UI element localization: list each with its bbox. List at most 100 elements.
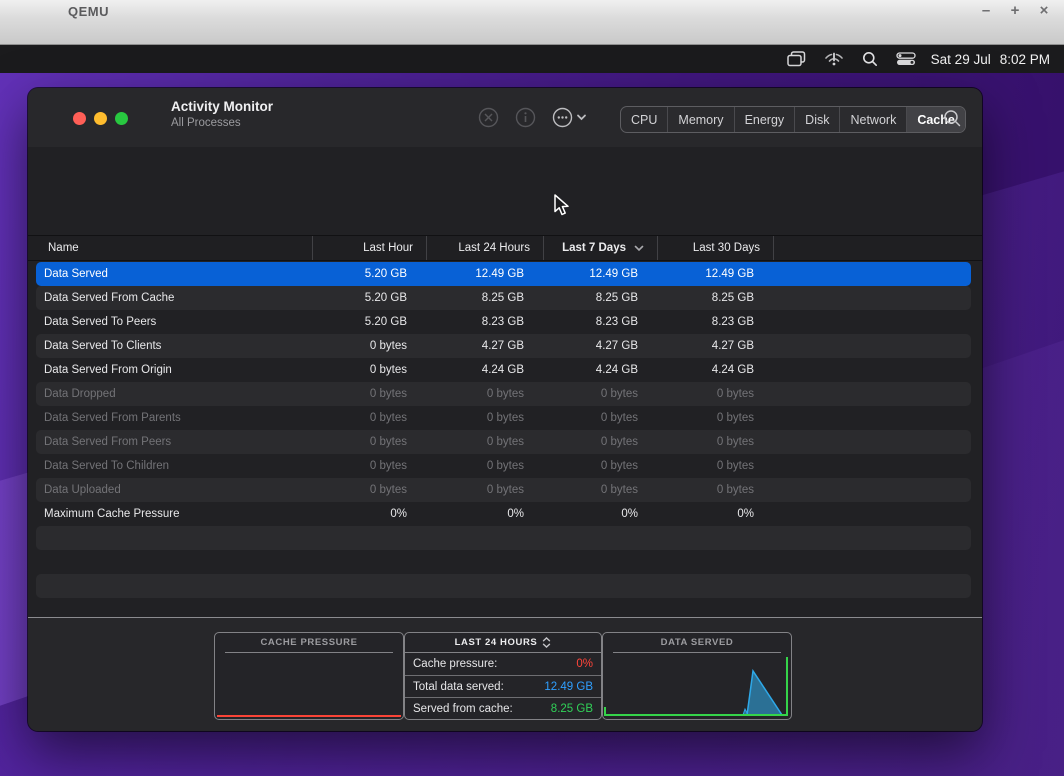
row-value: 4.24 GB [544, 364, 658, 376]
qemu-titlebar: QEMU – + × [0, 0, 1064, 45]
row-name: Data Served From Cache [36, 292, 313, 304]
row-value: 0 bytes [313, 484, 427, 496]
table-row[interactable]: Data Served To Peers5.20 GB8.23 GB8.23 G… [36, 310, 971, 334]
menubar-clock[interactable]: Sat 29 Jul 8:02 PM [925, 52, 1050, 67]
row-value: 4.27 GB [544, 340, 658, 352]
table-row[interactable]: Maximum Cache Pressure0%0%0%0% [36, 502, 971, 526]
stat-row-cache-pressure: Cache pressure: 0% [405, 653, 601, 675]
row-value: 0 bytes [427, 460, 544, 472]
row-name: Data Dropped [36, 388, 313, 400]
row-value: 4.27 GB [658, 340, 774, 352]
row-value: 8.23 GB [427, 316, 544, 328]
stat-label: Served from cache: [413, 703, 513, 715]
row-value: 0 bytes [313, 460, 427, 472]
table-row[interactable]: Data Served From Parents0 bytes0 bytes0 … [36, 406, 971, 430]
row-value: 4.27 GB [427, 340, 544, 352]
sort-chevron-down-icon [634, 245, 644, 252]
row-value: 5.20 GB [313, 268, 427, 280]
row-value: 4.24 GB [427, 364, 544, 376]
last-24-hours-box-title[interactable]: LAST 24 HOURS [405, 633, 601, 652]
wifi-alert-icon[interactable] [815, 45, 853, 73]
column-header-last-24-hours[interactable]: Last 24 Hours [427, 236, 544, 260]
table-row[interactable]: Data Uploaded0 bytes0 bytes0 bytes0 byte… [36, 478, 971, 502]
column-header-label: Last 7 Days [562, 242, 626, 254]
zoom-window-button[interactable] [115, 112, 128, 125]
minimize-window-button[interactable] [94, 112, 107, 125]
row-value: 12.49 GB [658, 268, 774, 280]
row-value: 8.25 GB [544, 292, 658, 304]
app-subtitle: All Processes [171, 117, 241, 129]
tab-network[interactable]: Network [840, 107, 907, 132]
more-options-icon[interactable] [552, 107, 588, 128]
close-window-button[interactable] [73, 112, 86, 125]
last-24-hours-label: LAST 24 HOURS [455, 637, 538, 648]
qemu-window-controls: – + × [978, 2, 1052, 20]
quit-process-icon[interactable] [478, 107, 499, 128]
row-value: 8.23 GB [544, 316, 658, 328]
stat-row-total-data-served: Total data served: 12.49 GB [405, 675, 601, 698]
data-served-box: DATA SERVED [602, 632, 792, 720]
column-header-last-hour[interactable]: Last Hour [313, 236, 427, 260]
row-value: 0 bytes [658, 436, 774, 448]
row-value: 0 bytes [658, 460, 774, 472]
row-value: 0 bytes [427, 436, 544, 448]
data-served-graph [603, 653, 791, 719]
stat-row-served-from-cache: Served from cache: 8.25 GB [405, 697, 601, 720]
row-name: Data Served From Origin [36, 364, 313, 376]
table-row[interactable]: Data Served5.20 GB12.49 GB12.49 GB12.49 … [36, 262, 971, 286]
row-name: Data Served From Peers [36, 436, 313, 448]
clock-date: Sat 29 Jul [931, 52, 991, 67]
column-header-filler [774, 236, 982, 260]
row-name: Data Served [36, 268, 313, 280]
control-center-icon[interactable] [887, 45, 925, 73]
column-header-name[interactable]: Name [28, 236, 313, 260]
row-value: 0% [427, 508, 544, 520]
tab-memory[interactable]: Memory [668, 107, 734, 132]
row-name: Data Served From Parents [36, 412, 313, 424]
table-empty-row [36, 526, 971, 550]
table-row[interactable]: Data Served From Peers0 bytes0 bytes0 by… [36, 430, 971, 454]
row-value: 12.49 GB [427, 268, 544, 280]
row-value: 0% [658, 508, 774, 520]
row-value: 8.25 GB [427, 292, 544, 304]
row-value: 0 bytes [658, 388, 774, 400]
row-value: 0 bytes [658, 412, 774, 424]
table-empty-row [36, 550, 971, 574]
traffic-lights [73, 112, 128, 125]
table-row[interactable]: Data Served To Clients0 bytes4.27 GB4.27… [36, 334, 971, 358]
tab-cpu[interactable]: CPU [621, 107, 668, 132]
cache-pressure-box-title: CACHE PRESSURE [215, 633, 403, 652]
row-value: 0 bytes [427, 412, 544, 424]
info-icon[interactable] [515, 107, 536, 128]
tab-disk[interactable]: Disk [795, 107, 840, 132]
last-24-hours-box: LAST 24 HOURS Cache pressure: 0% Total d… [404, 632, 602, 720]
tab-energy[interactable]: Energy [735, 107, 796, 132]
row-value: 0 bytes [544, 412, 658, 424]
box-divider [225, 652, 393, 653]
column-header-last-30-days[interactable]: Last 30 Days [658, 236, 774, 260]
macos-menubar: Sat 29 Jul 8:02 PM [0, 45, 1064, 73]
row-value: 5.20 GB [313, 292, 427, 304]
close-button[interactable]: × [1036, 2, 1052, 20]
maximize-button[interactable]: + [1007, 2, 1023, 20]
table-row[interactable]: Data Dropped0 bytes0 bytes0 bytes0 bytes [36, 382, 971, 406]
minimize-button[interactable]: – [978, 2, 994, 20]
row-value: 0 bytes [313, 436, 427, 448]
stat-label: Cache pressure: [413, 658, 497, 670]
stacked-windows-icon[interactable] [778, 45, 815, 73]
search-icon[interactable] [943, 109, 962, 133]
activity-monitor-window: Activity Monitor All Processes [28, 88, 982, 731]
row-value: 0% [313, 508, 427, 520]
column-header-last-7-days[interactable]: Last 7 Days [544, 236, 658, 260]
table-row[interactable]: Data Served To Children0 bytes0 bytes0 b… [36, 454, 971, 478]
table-row[interactable]: Data Served From Cache5.20 GB8.25 GB8.25… [36, 286, 971, 310]
row-value: 0 bytes [313, 388, 427, 400]
panel-divider [28, 617, 982, 618]
row-value: 0 bytes [544, 484, 658, 496]
table-row[interactable]: Data Served From Origin0 bytes4.24 GB4.2… [36, 358, 971, 382]
spotlight-search-icon[interactable] [853, 45, 887, 73]
row-name: Data Served To Clients [36, 340, 313, 352]
stat-label: Total data served: [413, 681, 504, 693]
footer-panel: CACHE PRESSURE LAST 24 HOURS Cache press… [28, 618, 982, 731]
stat-value: 8.25 GB [551, 703, 593, 715]
